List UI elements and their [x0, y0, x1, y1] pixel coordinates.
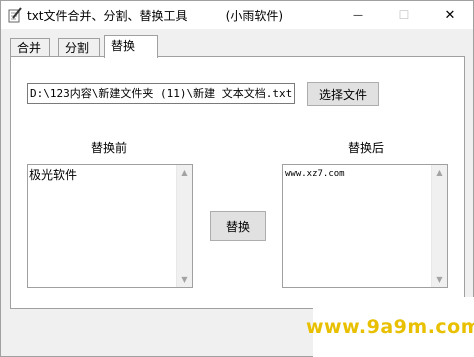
before-label: 替换前 [91, 141, 128, 155]
replace-panel: D:\123内容\新建文件夹 (11)\新建 文本文档.txt 选择文件 替换前… [10, 56, 465, 309]
replace-button-label: 替换 [225, 219, 250, 234]
after-text: www.xz7.com [285, 169, 345, 179]
tab-label: 替换 [111, 39, 136, 53]
tab-label: 分割 [65, 41, 90, 55]
before-textarea[interactable]: 极光软件 ▲ ▼ [27, 164, 193, 288]
site-watermark: www.9a9m.com [306, 297, 474, 357]
tab-label: 合并 [17, 41, 42, 55]
after-textarea[interactable]: www.xz7.com ▲ ▼ [282, 164, 448, 288]
scroll-down-icon[interactable]: ▼ [177, 272, 192, 287]
scroll-down-icon[interactable]: ▼ [432, 272, 447, 287]
close-icon: ✕ [444, 7, 456, 23]
minimize-icon: — [353, 9, 363, 21]
after-label: 替换后 [348, 141, 385, 155]
choose-file-button[interactable]: 选择文件 [307, 82, 379, 106]
after-scrollbar[interactable]: ▲ ▼ [431, 165, 447, 287]
choose-file-label: 选择文件 [318, 87, 367, 102]
before-scrollbar[interactable]: ▲ ▼ [176, 165, 192, 287]
replace-button[interactable]: 替换 [210, 211, 266, 241]
tab-split[interactable]: 分割 [58, 38, 100, 56]
close-button[interactable]: ✕ [427, 1, 473, 29]
tab-merge[interactable]: 合并 [10, 38, 50, 56]
maximize-icon: ☐ [398, 8, 410, 22]
maximize-button[interactable]: ☐ [381, 1, 427, 29]
before-text: 极光软件 [29, 168, 78, 182]
minimize-button[interactable]: — [335, 1, 381, 29]
window-title: txt文件合并、分割、替换工具 (小雨软件) [27, 9, 284, 23]
scroll-up-icon[interactable]: ▲ [177, 165, 192, 180]
notepad-pen-icon [7, 7, 23, 23]
title-bar: txt文件合并、分割、替换工具 (小雨软件) — ☐ ✕ [1, 1, 473, 29]
tab-replace[interactable]: 替换 [104, 35, 158, 58]
scroll-up-icon[interactable]: ▲ [432, 165, 447, 180]
file-path-input[interactable]: D:\123内容\新建文件夹 (11)\新建 文本文档.txt [27, 83, 295, 104]
